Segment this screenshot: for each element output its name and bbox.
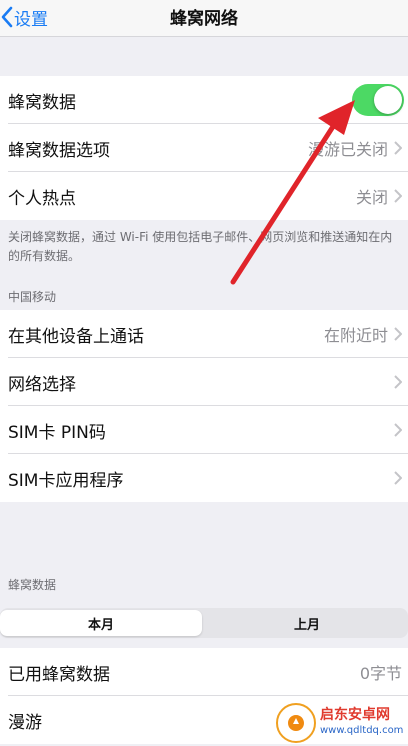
- annotation-arrow: [230, 100, 355, 285]
- watermark-url: www.qdltdq.com: [320, 725, 404, 736]
- watermark: 启东安卓网 www.qdltdq.com: [276, 700, 406, 746]
- watermark-title: 启东安卓网: [320, 707, 390, 723]
- watermark-logo-icon: [276, 703, 316, 743]
